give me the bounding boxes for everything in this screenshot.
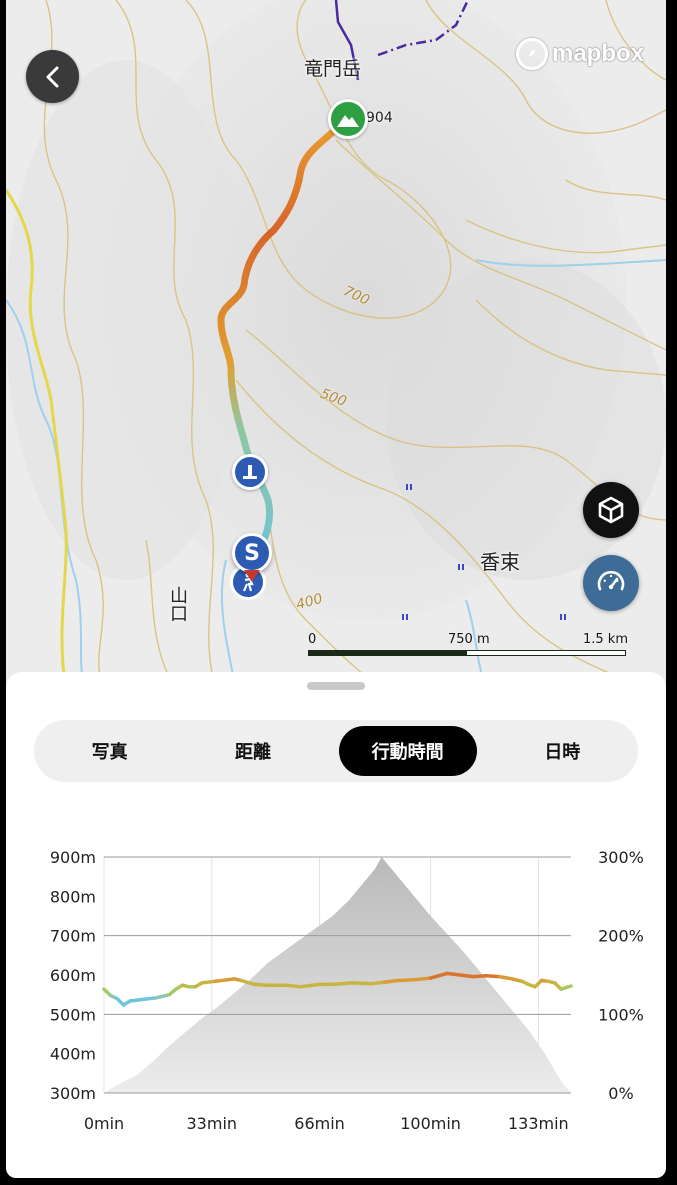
- pace-line-segment: [285, 983, 302, 989]
- speedometer-icon: [597, 570, 625, 591]
- tab-datetime[interactable]: 日時: [491, 726, 634, 776]
- phone-screen: 竜門岳 904 香束 山口 700 500 400 S mapbox 0 750…: [6, 0, 666, 1178]
- pace-line-segment: [128, 997, 145, 1003]
- pace-line-segment: [200, 979, 217, 985]
- chevron-left-icon: [46, 66, 58, 87]
- tab-activity-time[interactable]: 行動時間: [338, 726, 477, 776]
- scale-bar-track: [308, 650, 626, 656]
- summit-marker[interactable]: [328, 99, 368, 139]
- facility-marker[interactable]: [232, 454, 268, 490]
- town-label-right: 香束: [480, 550, 520, 574]
- pace-line-segment: [141, 996, 159, 1002]
- mapbox-logo: mapbox: [515, 38, 644, 70]
- y-left-tick-label: 800m: [50, 887, 96, 906]
- tab-photos[interactable]: 写真: [38, 726, 181, 776]
- cube-icon: [598, 496, 624, 524]
- pace-line-segment: [154, 992, 172, 1000]
- x-tick-label: 0min: [84, 1114, 124, 1133]
- y-right-tick-label: 300%: [598, 848, 644, 867]
- y-left-tick-label: 700m: [50, 927, 96, 946]
- y-right-tick-label: 100%: [598, 1005, 644, 1024]
- mapbox-logo-icon: [515, 38, 548, 70]
- pace-line-segment: [350, 981, 374, 986]
- map-view[interactable]: 竜門岳 904 香束 山口 700 500 400 S mapbox 0 750…: [6, 0, 666, 690]
- pace-line-segment: [370, 980, 387, 986]
- back-button[interactable]: [26, 50, 79, 103]
- peak-elevation-label: 904: [366, 110, 393, 126]
- mapbox-wordmark: mapbox: [551, 40, 644, 67]
- scale-label-1-5km: 1.5 km: [583, 632, 628, 647]
- pace-line-segment: [252, 982, 270, 987]
- bottom-sheet: 写真 距離 行動時間 日時 900m 800m 700m 600m 500m 400m 30…: [6, 672, 666, 1178]
- speed-button[interactable]: [583, 555, 639, 611]
- y-left-tick-label: 600m: [50, 966, 96, 985]
- tab-segmented-control: 写真 距離 行動時間 日時: [34, 720, 638, 782]
- start-marker[interactable]: S: [232, 533, 272, 573]
- pace-line-segment: [445, 971, 462, 977]
- elevation-area: [104, 857, 571, 1093]
- scale-label-0: 0: [308, 632, 317, 647]
- pace-line-segment: [471, 974, 488, 979]
- x-tick-label: 133min: [508, 1114, 569, 1133]
- y-left-tick-label: 900m: [50, 848, 96, 867]
- y-right-tick-label: 0%: [608, 1084, 633, 1103]
- pace-line-segment: [484, 974, 501, 979]
- pace-line-segment: [213, 977, 230, 984]
- sheet-drag-handle[interactable]: [307, 682, 365, 690]
- mountain-icon: [337, 115, 359, 127]
- x-tick-label: 100min: [400, 1114, 461, 1133]
- peak-name-label: 竜門岳: [304, 58, 362, 80]
- y-right-tick-label: 200%: [598, 927, 644, 946]
- scale-bar-fill: [309, 651, 467, 655]
- y-left-tick-label: 500m: [50, 1005, 96, 1024]
- y-left-tick-label: 300m: [50, 1084, 96, 1103]
- x-tick-label: 33min: [187, 1114, 238, 1133]
- pace-line-segment: [458, 973, 475, 979]
- pace-line-segment: [330, 981, 354, 987]
- scale-label-750m: 750 m: [448, 632, 490, 647]
- pace-line-segment: [383, 978, 400, 984]
- town-label-left: 山口: [167, 586, 188, 622]
- pace-line-segment: [412, 976, 433, 982]
- toilet-icon: [243, 465, 257, 479]
- start-badge-label: S: [244, 540, 260, 566]
- map-scale-bar: 0 750 m 1.5 km: [308, 632, 628, 662]
- y-left-tick-label: 400m: [50, 1045, 96, 1064]
- pace-line-segment: [559, 984, 573, 991]
- pace-line-segment: [497, 974, 514, 981]
- start-pin-tail: [244, 570, 260, 582]
- view-3d-button[interactable]: [583, 482, 639, 538]
- pace-line-segment: [298, 982, 322, 989]
- tab-distance[interactable]: 距離: [181, 726, 324, 776]
- elevation-pace-chart[interactable]: 900m 800m 700m 600m 500m 400m 300m 300% 200% 100%…: [6, 822, 666, 1162]
- x-tick-label: 66min: [294, 1114, 345, 1133]
- pace-line-segment: [396, 977, 416, 983]
